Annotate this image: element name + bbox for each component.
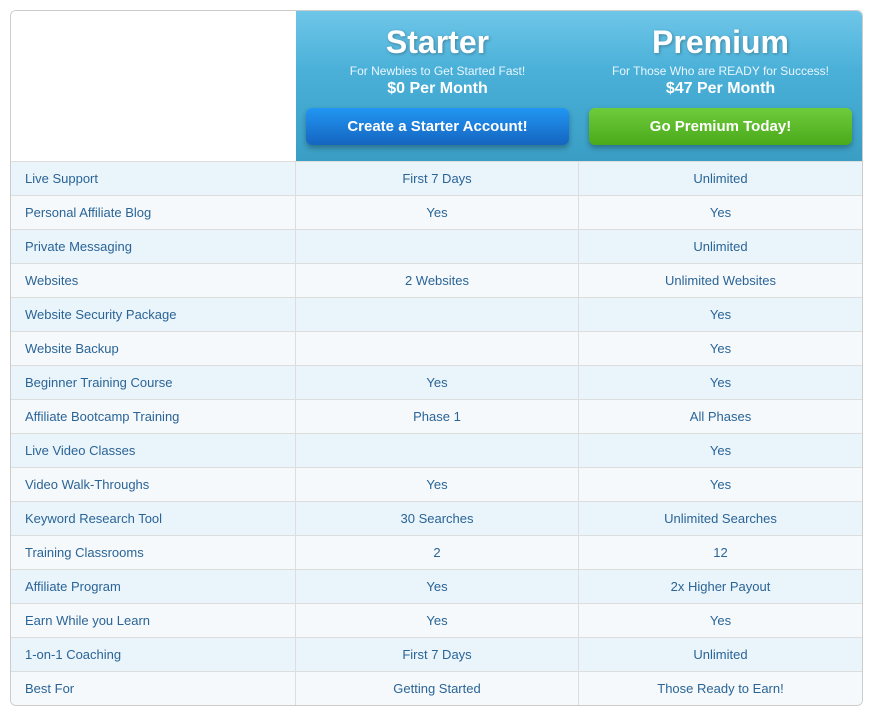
header-empty-cell [11, 11, 296, 161]
feature-label: Personal Affiliate Blog [11, 196, 296, 229]
feature-label: Websites [11, 264, 296, 297]
starter-value: Getting Started [296, 672, 579, 705]
starter-plan-name: Starter [306, 25, 569, 60]
starter-subtitle: For Newbies to Get Started Fast! [306, 64, 569, 78]
starter-value: Yes [296, 604, 579, 637]
table-row: Video Walk-ThroughsYesYes [11, 467, 862, 501]
feature-label: Website Security Package [11, 298, 296, 331]
premium-value: 2x Higher Payout [579, 570, 862, 603]
table-row: Beginner Training CourseYesYes [11, 365, 862, 399]
premium-value: Unlimited [579, 638, 862, 671]
table-row: Training Classrooms212 [11, 535, 862, 569]
table-row: 1-on-1 CoachingFirst 7 DaysUnlimited [11, 637, 862, 671]
premium-subtitle: For Those Who are READY for Success! [589, 64, 852, 78]
feature-label: Training Classrooms [11, 536, 296, 569]
starter-value: Yes [296, 468, 579, 501]
premium-header: Premium For Those Who are READY for Succ… [579, 11, 862, 161]
starter-value: Yes [296, 196, 579, 229]
premium-value: Yes [579, 332, 862, 365]
feature-label: Private Messaging [11, 230, 296, 263]
feature-label: Affiliate Program [11, 570, 296, 603]
premium-plan-name: Premium [589, 25, 852, 60]
feature-label: Best For [11, 672, 296, 705]
premium-value: Unlimited [579, 230, 862, 263]
starter-value: First 7 Days [296, 638, 579, 671]
premium-value: Yes [579, 366, 862, 399]
starter-header: Starter For Newbies to Get Started Fast!… [296, 11, 579, 161]
table-row: Website Backup Yes [11, 331, 862, 365]
feature-label: Beginner Training Course [11, 366, 296, 399]
feature-label: Affiliate Bootcamp Training [11, 400, 296, 433]
starter-value: 2 [296, 536, 579, 569]
starter-price: $0 Per Month [306, 80, 569, 98]
table-row: Live Video Classes Yes [11, 433, 862, 467]
starter-value: 30 Searches [296, 502, 579, 535]
table-row: Earn While you LearnYesYes [11, 603, 862, 637]
header-row: Starter For Newbies to Get Started Fast!… [11, 11, 862, 161]
premium-price: $47 Per Month [589, 80, 852, 98]
feature-label: 1-on-1 Coaching [11, 638, 296, 671]
starter-value: First 7 Days [296, 162, 579, 195]
starter-value [296, 434, 579, 467]
premium-value: Yes [579, 604, 862, 637]
table-row: Website Security Package Yes [11, 297, 862, 331]
starter-value: 2 Websites [296, 264, 579, 297]
table-row: Affiliate ProgramYes2x Higher Payout [11, 569, 862, 603]
create-starter-button[interactable]: Create a Starter Account! [306, 108, 569, 145]
premium-value: All Phases [579, 400, 862, 433]
premium-value: Yes [579, 468, 862, 501]
premium-value: Yes [579, 196, 862, 229]
premium-value: Unlimited Searches [579, 502, 862, 535]
feature-label: Website Backup [11, 332, 296, 365]
premium-value: Those Ready to Earn! [579, 672, 862, 705]
starter-value [296, 230, 579, 263]
table-row: Personal Affiliate BlogYesYes [11, 195, 862, 229]
feature-label: Live Support [11, 162, 296, 195]
premium-value: Unlimited Websites [579, 264, 862, 297]
premium-value: Yes [579, 434, 862, 467]
premium-value: Yes [579, 298, 862, 331]
pricing-table: Starter For Newbies to Get Started Fast!… [10, 10, 863, 706]
starter-value: Phase 1 [296, 400, 579, 433]
feature-label: Keyword Research Tool [11, 502, 296, 535]
premium-value: Unlimited [579, 162, 862, 195]
table-row: Keyword Research Tool30 SearchesUnlimite… [11, 501, 862, 535]
table-row: Best ForGetting StartedThose Ready to Ea… [11, 671, 862, 705]
table-row: Live SupportFirst 7 DaysUnlimited [11, 161, 862, 195]
starter-value: Yes [296, 570, 579, 603]
starter-value [296, 332, 579, 365]
table-row: Websites2 WebsitesUnlimited Websites [11, 263, 862, 297]
starter-value [296, 298, 579, 331]
feature-label: Video Walk-Throughs [11, 468, 296, 501]
starter-value: Yes [296, 366, 579, 399]
go-premium-button[interactable]: Go Premium Today! [589, 108, 852, 145]
feature-label: Live Video Classes [11, 434, 296, 467]
table-row: Private Messaging Unlimited [11, 229, 862, 263]
premium-value: 12 [579, 536, 862, 569]
table-row: Affiliate Bootcamp TrainingPhase 1All Ph… [11, 399, 862, 433]
feature-label: Earn While you Learn [11, 604, 296, 637]
